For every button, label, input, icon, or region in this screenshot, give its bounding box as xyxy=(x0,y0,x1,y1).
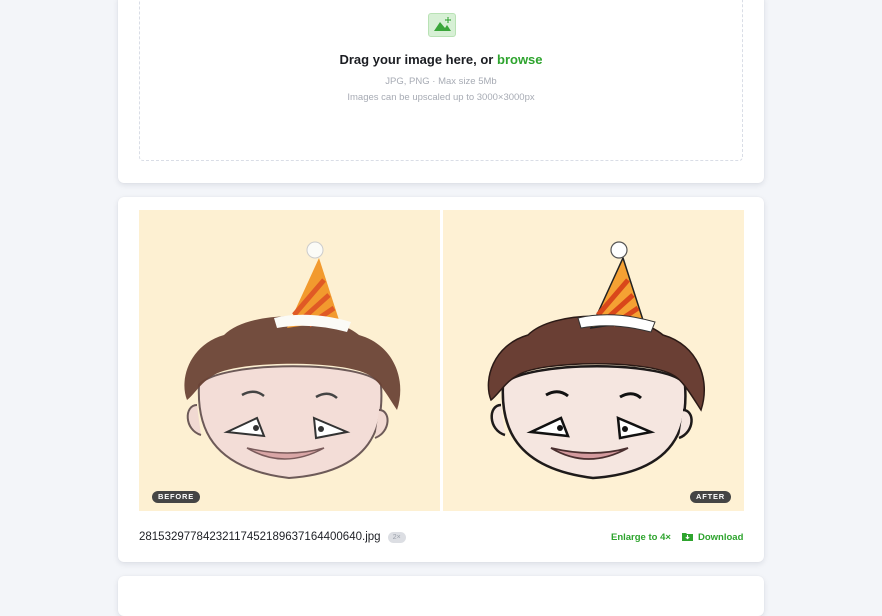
download-label: Download xyxy=(698,532,744,543)
format-hint: JPG, PNG · Max size 5Mb xyxy=(385,76,497,87)
browse-link[interactable]: browse xyxy=(497,52,543,67)
enlarge-button[interactable]: Enlarge to 4× xyxy=(611,532,671,543)
after-illustration xyxy=(487,241,705,480)
scale-badge: 2× xyxy=(387,532,406,543)
drop-title: Drag your image here, or browse xyxy=(140,52,742,67)
size-hint: Images can be upscaled up to 3000×3000px xyxy=(347,92,535,103)
file-name: 2815329778423211745218963716440064​0.jpg xyxy=(139,531,381,543)
after-badge: AFTER xyxy=(690,491,731,503)
before-illustration xyxy=(184,241,401,480)
file-name-row: 2815329778423211745218963716440064​0.jpg… xyxy=(139,531,406,543)
image-dropzone[interactable]: Drag your image here, or browse JPG, PNG… xyxy=(139,0,743,161)
after-image: AFTER xyxy=(443,210,744,511)
upload-card: Drag your image here, or browse JPG, PNG… xyxy=(118,0,764,183)
drop-title-text: Drag your image here, or xyxy=(339,52,494,67)
download-button[interactable]: Download xyxy=(682,532,743,543)
result-card: BEFORE AFTER 281532977842321174521896371… xyxy=(118,197,764,562)
before-image: BEFORE xyxy=(139,210,440,511)
before-badge: BEFORE xyxy=(152,491,201,503)
image-upload-icon xyxy=(428,13,456,37)
next-result-card xyxy=(118,576,764,616)
folder-download-icon xyxy=(682,532,693,541)
